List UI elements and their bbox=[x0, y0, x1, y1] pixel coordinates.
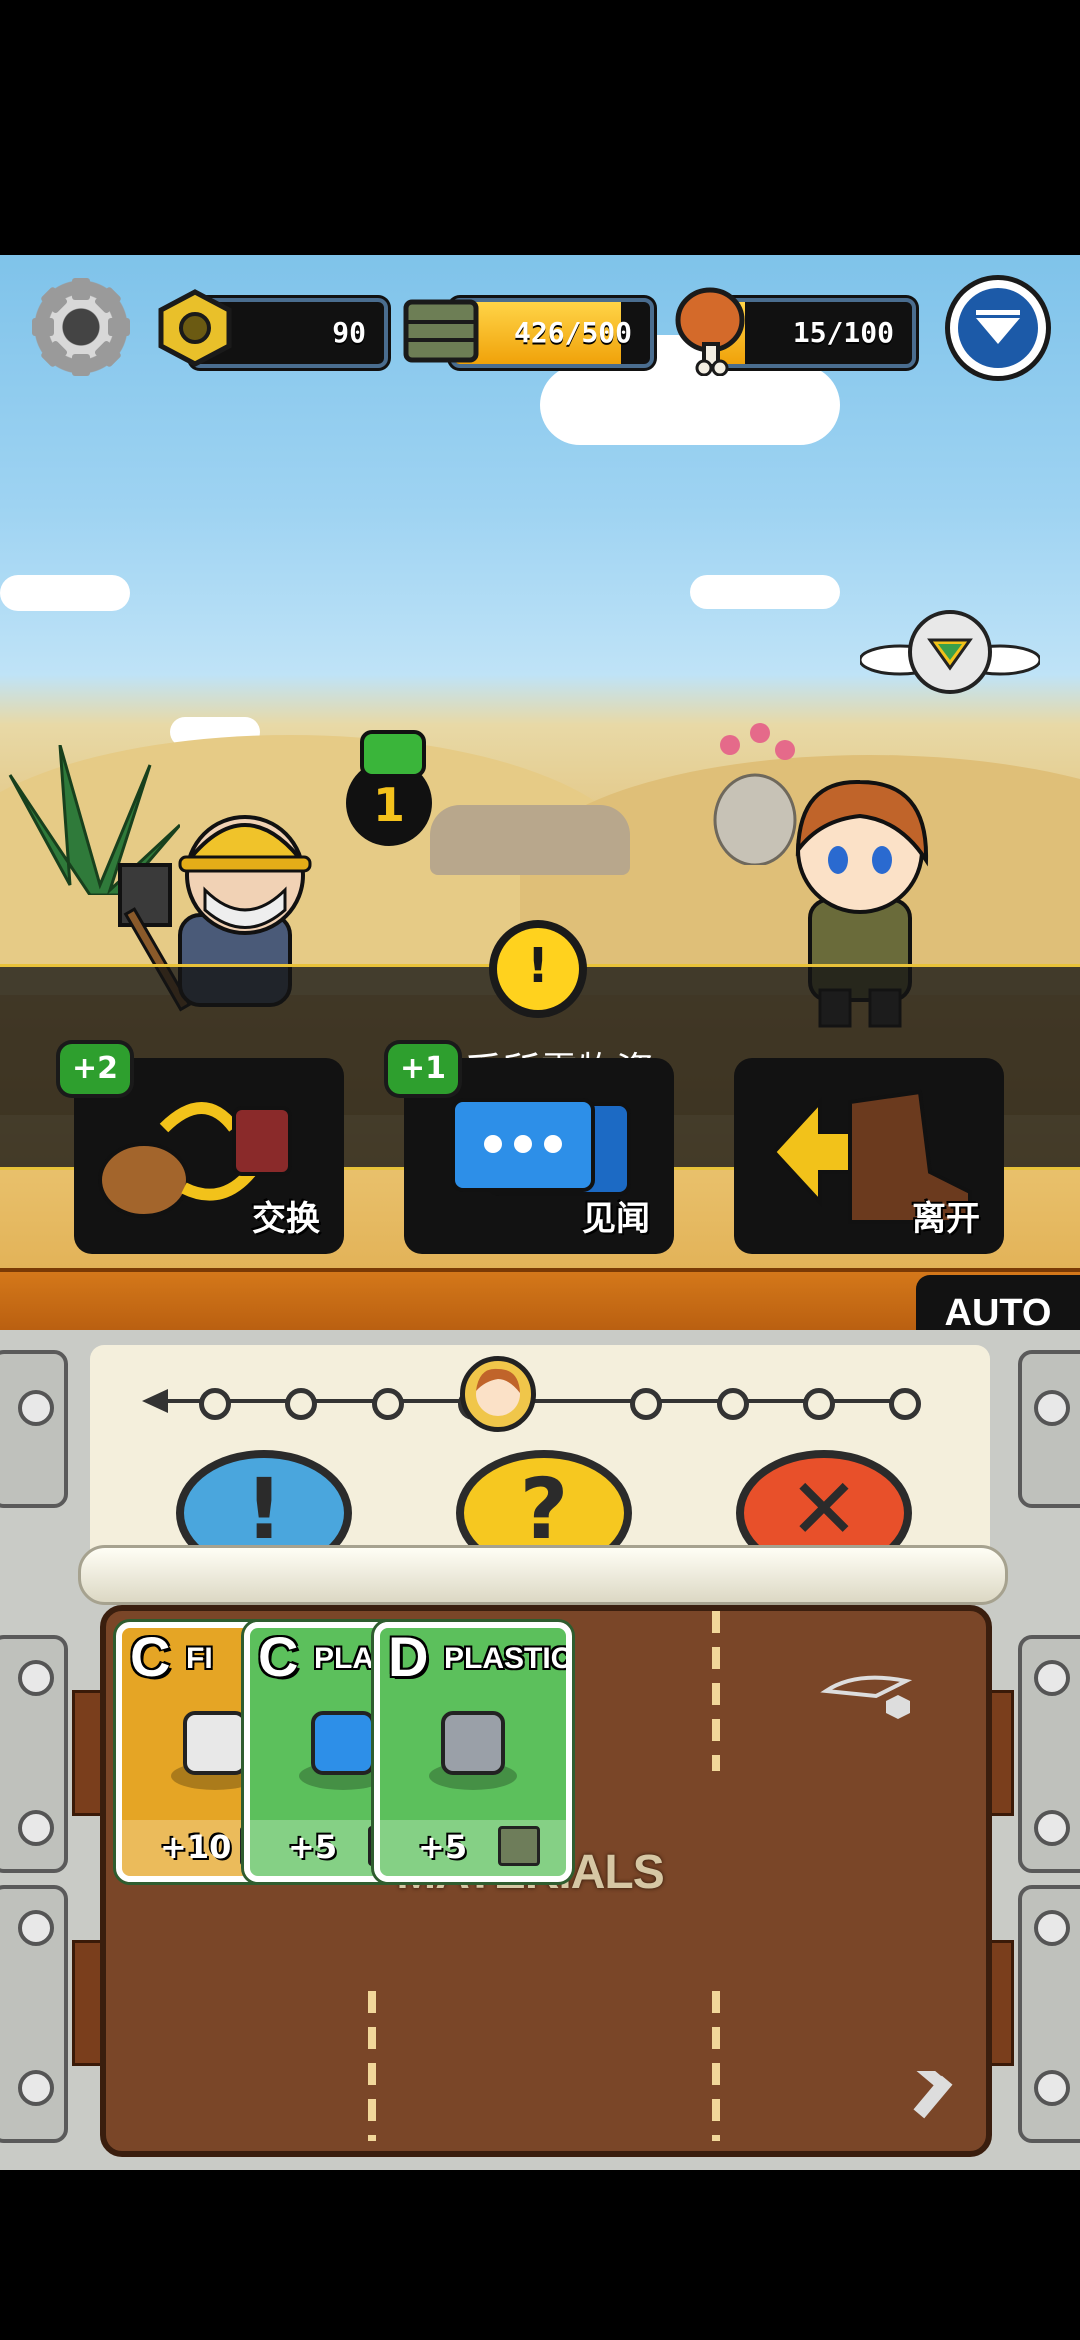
paperclip-icon bbox=[820, 1675, 913, 1719]
material-icon bbox=[429, 1711, 517, 1790]
menu-dropdown-button[interactable] bbox=[950, 280, 1046, 376]
card-grade: D bbox=[388, 1625, 429, 1688]
leave-label: 离开 bbox=[912, 1199, 980, 1239]
nuts-value: 90 bbox=[332, 316, 366, 349]
choice-info-symbol: ! bbox=[244, 1460, 284, 1558]
progress-node bbox=[285, 1388, 318, 1420]
card-grade: C bbox=[130, 1625, 171, 1688]
progress-node bbox=[630, 1388, 663, 1420]
card-amount: +5 bbox=[288, 1828, 338, 1866]
choice-danger-symbol: ✕ bbox=[788, 1460, 860, 1558]
screw-icon bbox=[913, 2071, 953, 2119]
chevron-down-icon bbox=[976, 310, 1020, 344]
encounter-counter: 1 bbox=[346, 730, 432, 846]
progress-node bbox=[802, 1388, 835, 1420]
warning-icon: ! bbox=[497, 928, 579, 1010]
material-card[interactable]: D PLASTIC +5 bbox=[374, 1622, 572, 1882]
card-name: PLASTIC bbox=[444, 1642, 572, 1675]
drone-icon bbox=[860, 610, 1040, 694]
card-amount: +5 bbox=[418, 1828, 468, 1866]
trade-badge: +2 bbox=[60, 1044, 130, 1094]
cloud bbox=[690, 575, 840, 609]
trade-label: 交换 bbox=[252, 1199, 320, 1239]
supply-crate-icon bbox=[403, 299, 479, 363]
meat-drumstick-icon bbox=[675, 287, 745, 376]
food-value: 15/100 bbox=[792, 316, 894, 349]
supply-crate-icon bbox=[498, 1826, 540, 1866]
card-amount: +10 bbox=[160, 1828, 232, 1866]
arrow-left-icon bbox=[142, 1389, 168, 1413]
hex-nut-icon bbox=[158, 289, 232, 367]
explore-badge: +1 bbox=[388, 1044, 458, 1094]
counter-value: 1 bbox=[372, 778, 405, 832]
cash-icon bbox=[360, 730, 426, 778]
leave-button[interactable]: 离开 bbox=[734, 1058, 1004, 1254]
progress-node bbox=[889, 1388, 921, 1420]
card-name: FI bbox=[186, 1642, 213, 1675]
rocks bbox=[430, 805, 630, 875]
scroll-roll bbox=[78, 1545, 1008, 1605]
progress-node bbox=[716, 1388, 749, 1420]
storage-value: 426/500 bbox=[513, 316, 632, 349]
progress-node bbox=[199, 1388, 231, 1420]
progress-node bbox=[371, 1388, 404, 1420]
cloud bbox=[0, 575, 130, 611]
explore-label: 见闻 bbox=[582, 1199, 650, 1239]
settings-gear-icon[interactable] bbox=[32, 278, 130, 376]
card-grade: C bbox=[258, 1625, 299, 1688]
current-position-avatar bbox=[460, 1356, 536, 1432]
choice-mystery-symbol: ? bbox=[519, 1460, 569, 1558]
